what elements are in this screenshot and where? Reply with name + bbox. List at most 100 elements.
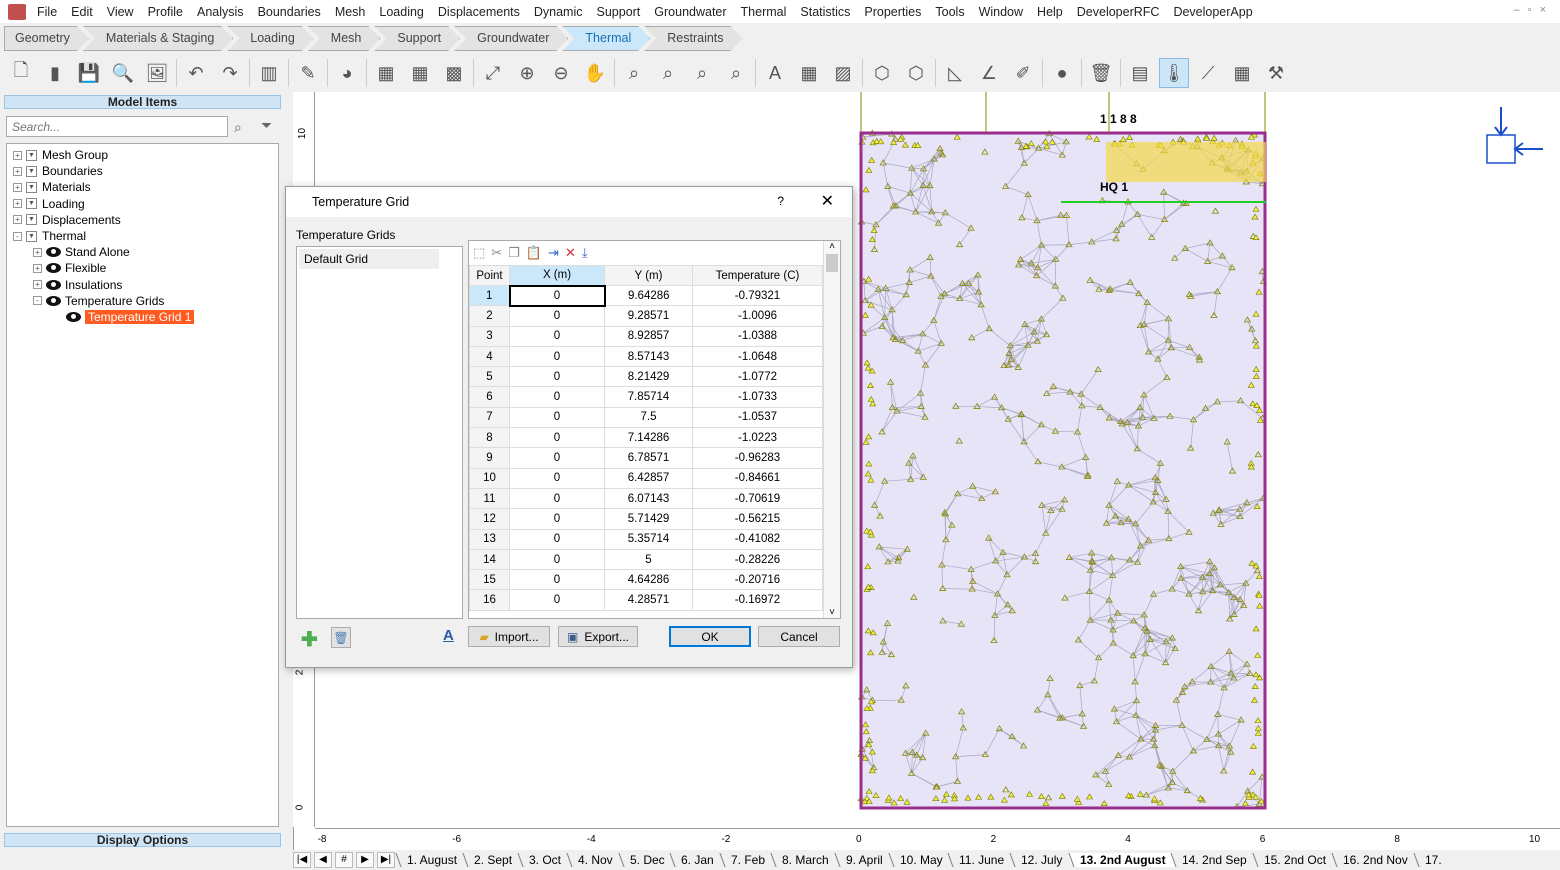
menu-profile[interactable]: Profile bbox=[141, 5, 190, 19]
filter-icon[interactable]: ⏷ bbox=[261, 117, 272, 134]
eye-icon[interactable] bbox=[46, 247, 61, 258]
calculator-icon[interactable]: ▦ bbox=[371, 58, 401, 88]
temperature-cell[interactable]: -1.0537 bbox=[692, 406, 823, 429]
zoom-out-icon[interactable]: ⊖ bbox=[546, 58, 576, 88]
expand-icon[interactable]: + bbox=[13, 182, 22, 192]
menu-statistics[interactable]: Statistics bbox=[793, 5, 857, 19]
export-image-icon[interactable]: 🖼 bbox=[142, 58, 172, 88]
point-cell[interactable]: 15 bbox=[469, 569, 510, 591]
y-cell[interactable]: 8.21429 bbox=[604, 366, 693, 388]
column-header[interactable]: X (m) bbox=[509, 265, 605, 286]
x-cell[interactable]: 0 bbox=[509, 467, 605, 489]
temperature-cell[interactable]: -0.28226 bbox=[692, 548, 823, 571]
menu-support[interactable]: Support bbox=[590, 5, 648, 19]
workflow-tab-thermal[interactable]: Thermal bbox=[562, 26, 650, 51]
menu-dynamic[interactable]: Dynamic bbox=[527, 5, 590, 19]
display-options-header[interactable]: Display Options bbox=[4, 833, 281, 847]
y-cell[interactable]: 4.64286 bbox=[604, 569, 693, 591]
stage-tab[interactable]: 5. Dec bbox=[618, 853, 676, 867]
y-cell[interactable]: 9.28571 bbox=[604, 305, 693, 327]
thermometer-icon[interactable]: 🌡 bbox=[1159, 58, 1189, 88]
expand-icon[interactable]: + bbox=[33, 263, 42, 273]
menu-tools[interactable]: Tools bbox=[928, 5, 971, 19]
x-cell[interactable]: 0 bbox=[509, 386, 605, 408]
stage-tab[interactable]: 10. May bbox=[888, 853, 953, 867]
menu-view[interactable]: View bbox=[100, 5, 141, 19]
paste-icon[interactable]: 📋 bbox=[526, 245, 542, 261]
temperature-cell[interactable]: -1.0733 bbox=[692, 386, 823, 408]
delete-grid-button[interactable]: 🗑 bbox=[331, 627, 351, 648]
stage-tab[interactable]: 9. April bbox=[834, 853, 894, 867]
menu-loading[interactable]: Loading bbox=[372, 5, 431, 19]
stage-tab[interactable]: 3. Oct bbox=[517, 853, 572, 867]
select-icon[interactable]: ⬚ bbox=[473, 245, 485, 261]
checkbox-icon[interactable]: ▼ bbox=[26, 165, 37, 177]
sphere-icon[interactable]: ● bbox=[1047, 58, 1077, 88]
point-cell[interactable]: 9 bbox=[469, 447, 510, 469]
x-cell[interactable]: 0 bbox=[509, 508, 605, 530]
x-cell[interactable]: 0 bbox=[509, 528, 605, 550]
tree-item-flexible[interactable]: + Flexible bbox=[7, 260, 278, 276]
temperature-cell[interactable]: -0.20716 bbox=[692, 569, 823, 591]
x-cell[interactable]: 0 bbox=[509, 305, 605, 327]
text-icon[interactable]: A bbox=[760, 58, 790, 88]
cancel-button[interactable]: Cancel bbox=[758, 626, 840, 647]
cut-icon[interactable]: ✂ bbox=[491, 245, 502, 261]
expand-icon[interactable]: + bbox=[13, 166, 22, 176]
open-folder-icon[interactable]: ▮ bbox=[40, 58, 70, 88]
columns-icon[interactable]: ▥ bbox=[254, 58, 284, 88]
temperature-cell[interactable]: -1.0223 bbox=[692, 427, 823, 449]
temperature-cell[interactable]: -1.0096 bbox=[692, 305, 823, 327]
fill-down-icon[interactable]: ⤓ bbox=[582, 245, 588, 261]
x-cell[interactable]: 0 bbox=[509, 589, 605, 611]
tree-item-materials[interactable]: + ▼ Materials bbox=[7, 179, 278, 195]
save-icon[interactable]: 💾 bbox=[74, 58, 104, 88]
new-file-icon[interactable]: 🗋 bbox=[6, 58, 36, 88]
temperature-cell[interactable]: -0.84661 bbox=[692, 467, 823, 489]
x-cell[interactable]: 0 bbox=[509, 406, 605, 429]
x-cell[interactable]: 0 bbox=[509, 366, 605, 388]
menu-file[interactable]: File bbox=[30, 5, 64, 19]
y-cell[interactable]: 7.5 bbox=[604, 406, 693, 429]
y-cell[interactable]: 5.35714 bbox=[604, 528, 693, 550]
tree-item-stand-alone[interactable]: + Stand Alone bbox=[7, 244, 278, 260]
edit-icon[interactable]: ✎ bbox=[293, 58, 323, 88]
zoom-lock-icon[interactable]: ⌕ bbox=[721, 58, 751, 88]
close-button[interactable]: ✕ bbox=[821, 191, 834, 211]
y-cell[interactable]: 5 bbox=[604, 548, 693, 571]
stage-tab[interactable]: 7. Feb bbox=[719, 853, 776, 867]
image-icon[interactable]: ▨ bbox=[828, 58, 858, 88]
zoom-in-icon[interactable]: ⊕ bbox=[512, 58, 542, 88]
stage-tab[interactable]: 17. bbox=[1413, 853, 1453, 867]
tree-item-displacements[interactable]: + ▼ Displacements bbox=[7, 212, 278, 228]
point-cell[interactable]: 14 bbox=[469, 548, 510, 571]
menu-developerapp[interactable]: DeveloperApp bbox=[1166, 5, 1259, 19]
x-cell[interactable]: 0 bbox=[509, 345, 605, 368]
stage-nav-button[interactable]: ▶ bbox=[356, 852, 374, 868]
y-cell[interactable]: 6.42857 bbox=[604, 467, 693, 489]
stage-tab[interactable]: 2. Sept bbox=[462, 853, 523, 867]
zoom-window-icon[interactable]: ⌕ bbox=[619, 58, 649, 88]
checkbox-icon[interactable]: ▼ bbox=[26, 230, 37, 242]
expand-icon[interactable]: + bbox=[13, 150, 22, 160]
point-cell[interactable]: 13 bbox=[469, 528, 510, 550]
column-header[interactable]: Point bbox=[469, 265, 510, 286]
workflow-tab-groundwater[interactable]: Groundwater bbox=[454, 26, 568, 51]
polygon-icon[interactable]: ⬡ bbox=[867, 58, 897, 88]
point-cell[interactable]: 7 bbox=[469, 406, 510, 429]
collapse-icon[interactable]: - bbox=[33, 296, 42, 306]
y-cell[interactable]: 7.14286 bbox=[604, 427, 693, 449]
help-button[interactable]: ? bbox=[777, 194, 784, 208]
menu-help[interactable]: Help bbox=[1030, 5, 1070, 19]
point-cell[interactable]: 8 bbox=[469, 427, 510, 449]
menu-thermal[interactable]: Thermal bbox=[734, 5, 794, 19]
stage-tab[interactable]: 15. 2nd Oct bbox=[1252, 853, 1337, 867]
stage-tab[interactable]: 16. 2nd Nov bbox=[1331, 853, 1419, 867]
expand-icon[interactable]: + bbox=[33, 247, 42, 257]
x-cell[interactable]: 0 bbox=[509, 427, 605, 449]
expand-icon[interactable]: + bbox=[33, 280, 42, 290]
checkbox-icon[interactable]: ▼ bbox=[26, 149, 37, 161]
import-button[interactable]: ▰ Import... bbox=[468, 626, 550, 647]
tree-item-loading[interactable]: + ▼ Loading bbox=[7, 196, 278, 212]
stage-tab[interactable]: 8. March bbox=[770, 853, 840, 867]
